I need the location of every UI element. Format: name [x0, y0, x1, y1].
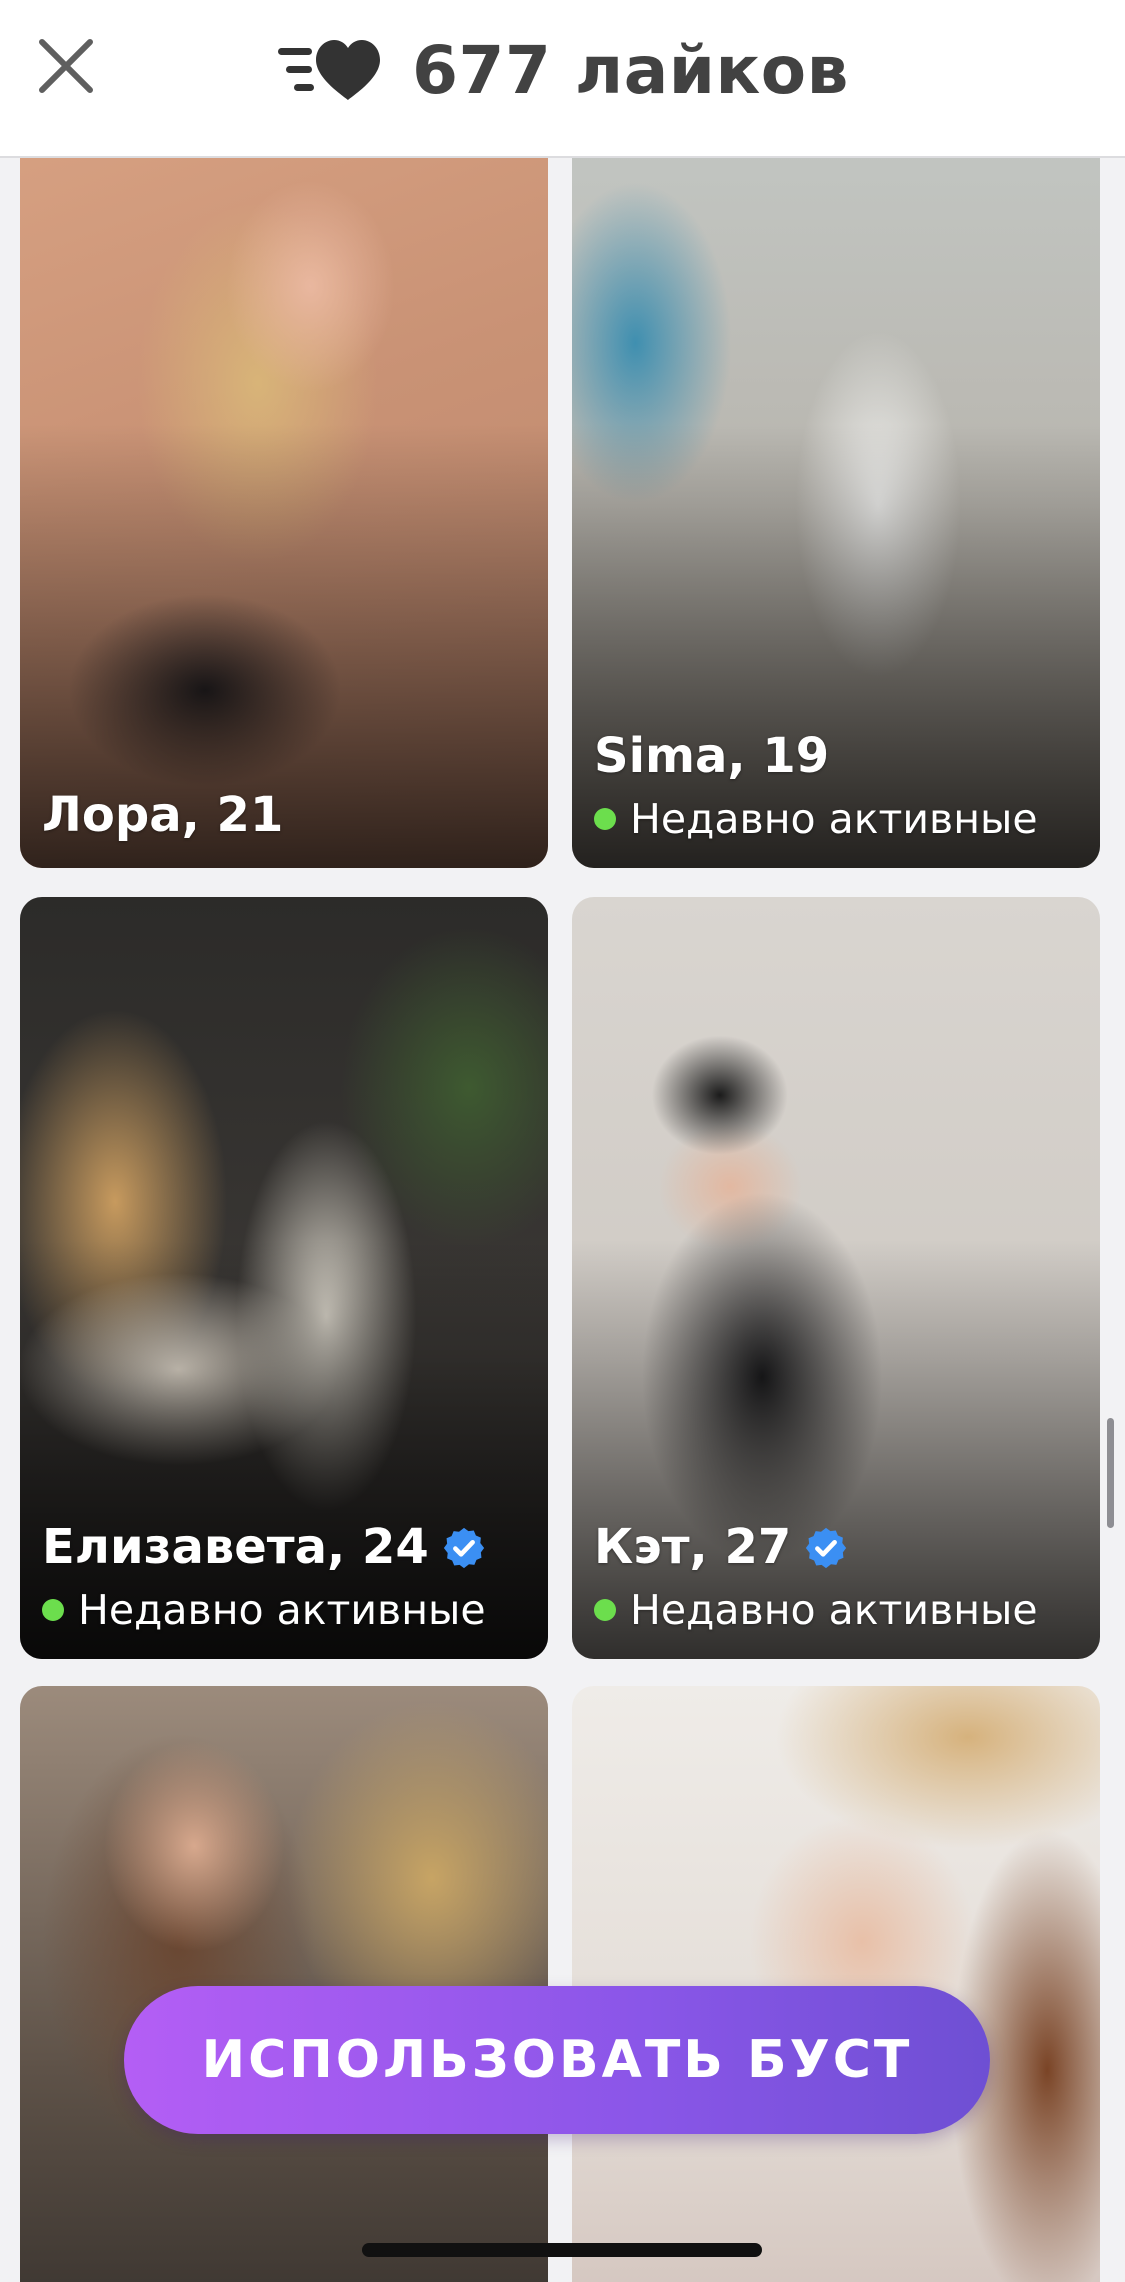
profile-card[interactable] — [572, 1686, 1100, 2282]
profile-card[interactable]: Лора, 21 — [20, 60, 548, 868]
home-indicator — [362, 2243, 762, 2257]
profile-name-age: Елизавета, 24 — [42, 1519, 429, 1576]
use-boost-button[interactable]: ИСПОЛЬЗОВАТЬ БУСТ — [124, 1986, 990, 2134]
top-bar: 677 лайков — [0, 0, 1125, 158]
heart-speed-icon — [278, 40, 381, 100]
profile-card[interactable]: Елизавета, 24 Недавно активные — [20, 897, 548, 1659]
likes-count-title: 677 лайков — [412, 31, 849, 109]
profile-info: Лора, 21 — [42, 789, 283, 842]
profile-name-age: Лора, 21 — [42, 787, 284, 844]
online-dot-icon — [594, 1599, 616, 1622]
scroll-indicator — [1107, 1418, 1114, 1528]
profile-card[interactable] — [20, 1686, 548, 2282]
profile-name-age: Кэт, 27 — [594, 1519, 792, 1576]
profile-info: Кэт, 27 Недавно активные — [594, 1521, 1038, 1633]
verified-badge-icon — [443, 1527, 484, 1568]
activity-status: Недавно активные — [78, 1585, 486, 1634]
profile-photo — [20, 1686, 548, 2282]
verified-badge-icon — [806, 1527, 847, 1568]
online-dot-icon — [594, 808, 616, 831]
profile-card[interactable]: Sima, 19 Недавно активные — [572, 60, 1100, 868]
likes-screen: Лора, 21 Sima, 19 Недавно активные Елиза… — [0, 0, 1125, 2282]
boost-button-label: ИСПОЛЬЗОВАТЬ БУСТ — [201, 2030, 913, 2090]
online-dot-icon — [42, 1599, 64, 1622]
activity-status: Недавно активные — [630, 1585, 1038, 1634]
likes-grid: Лора, 21 Sima, 19 Недавно активные Елиза… — [0, 0, 1125, 2282]
profile-info: Елизавета, 24 Недавно активные — [42, 1521, 487, 1633]
profile-info: Sima, 19 Недавно активные — [594, 730, 1038, 842]
profile-name-age: Sima, 19 — [594, 728, 830, 785]
activity-status: Недавно активные — [630, 794, 1038, 843]
likes-count-header: 677 лайков — [0, 0, 1125, 140]
profile-card[interactable]: Кэт, 27 Недавно активные — [572, 897, 1100, 1659]
profile-photo — [572, 1686, 1100, 2282]
